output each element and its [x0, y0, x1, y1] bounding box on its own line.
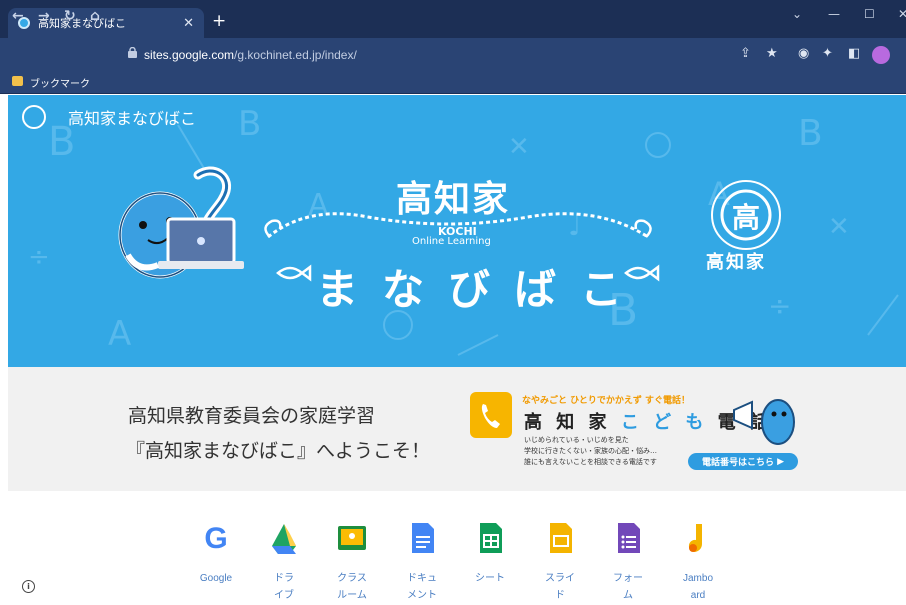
- intro-line-1: 高知県教育委員会の家庭学習: [128, 405, 376, 427]
- svg-text:÷: ÷: [28, 242, 50, 272]
- new-tab-icon[interactable]: +: [212, 11, 226, 31]
- phone-icon: [470, 392, 512, 438]
- app-classroom[interactable]: クラス ルーム: [322, 520, 382, 604]
- kodomo-desc-3: 誰にも言えないことを相談できる電話です: [524, 458, 657, 466]
- kodomo-title-b: こ ど も: [620, 412, 708, 433]
- app-docs[interactable]: ドキュ メント: [392, 520, 452, 604]
- kodomo-tagline: なやみごと ひとりでかかえず すぐ電話！: [522, 396, 690, 406]
- svg-text:÷: ÷: [768, 289, 791, 322]
- app-label[interactable]: フォー ム: [598, 570, 658, 604]
- bookmark-folder-label[interactable]: ブックマーク: [30, 75, 90, 90]
- megaphone-mascot-icon: [733, 399, 795, 445]
- google-icon[interactable]: G: [186, 520, 246, 556]
- address-url: sites.google.com/g.kochinet.ed.jp/index/: [144, 48, 357, 62]
- site-logo-icon: [22, 105, 46, 129]
- svg-text:✕: ✕: [508, 132, 530, 162]
- bookmarks-bar: [0, 72, 906, 94]
- app-label[interactable]: スライ ド: [530, 570, 590, 604]
- home-icon[interactable]: ⌂: [90, 8, 100, 24]
- kodomo-desc-1: いじめられている・いじめを見た: [524, 436, 629, 444]
- svg-text:A: A: [308, 188, 329, 223]
- url-domain: sites.google.com: [144, 48, 235, 62]
- kodomo-desc-2: 学校に行きたくない・家族の心配・悩み…: [524, 447, 657, 455]
- info-icon[interactable]: i: [22, 580, 35, 593]
- tab-title: 高知家まなびばこ: [38, 17, 126, 30]
- app-label[interactable]: Google: [186, 570, 246, 587]
- svg-text:G: G: [204, 522, 227, 555]
- site-header[interactable]: 高知家まなびばこ: [22, 105, 196, 129]
- app-forms[interactable]: フォー ム: [598, 520, 658, 604]
- app-label[interactable]: クラス ルーム: [322, 570, 382, 604]
- app-label[interactable]: ドラ イブ: [254, 570, 314, 604]
- forms-icon[interactable]: [598, 520, 658, 556]
- banner-title: 高知家: [396, 178, 511, 220]
- app-slides[interactable]: スライ ド: [530, 520, 590, 604]
- url-path: /g.kochinet.ed.jp/index/: [234, 48, 357, 62]
- app-jamboard[interactable]: Jambo ard: [668, 520, 728, 604]
- svg-text:高: 高: [732, 201, 760, 234]
- bookmark-folder-icon: [12, 76, 23, 86]
- minimize-icon[interactable]: —: [828, 7, 840, 21]
- back-icon[interactable]: ←: [12, 8, 24, 24]
- svg-text:✕: ✕: [828, 212, 850, 242]
- svg-text:A: A: [108, 314, 131, 354]
- maximize-icon[interactable]: ☐: [864, 7, 875, 21]
- sheets-icon[interactable]: [460, 520, 520, 556]
- svg-text:B: B: [238, 104, 261, 144]
- share-icon[interactable]: ⇪: [740, 46, 751, 61]
- phone-number-button-label: 電話番号はこちら: [701, 458, 774, 468]
- profile-avatar[interactable]: [872, 46, 890, 64]
- reload-icon[interactable]: ↻: [64, 8, 76, 24]
- app-label[interactable]: Jambo ard: [668, 570, 728, 604]
- kochike-seal-logo: 高: [711, 180, 781, 250]
- kodomo-title-a: 高 知 家: [524, 412, 611, 433]
- site-name[interactable]: 高知家まなびばこ: [68, 105, 196, 129]
- svg-text:B: B: [798, 113, 823, 154]
- drive-icon[interactable]: [254, 520, 314, 556]
- mascot-illustration: [118, 166, 244, 279]
- app-google[interactable]: G Google: [186, 520, 246, 587]
- app-drive[interactable]: ドラ イブ: [254, 520, 314, 604]
- tab-close-icon[interactable]: ✕: [183, 16, 194, 31]
- phone-number-button[interactable]: 電話番号はこちら ▶: [688, 453, 798, 470]
- intro-line-2: 『高知家まなびばこ』へようこそ！: [126, 440, 431, 462]
- docs-icon[interactable]: [392, 520, 452, 556]
- seal-caption: 高知家: [706, 252, 766, 273]
- app-label[interactable]: シート: [460, 570, 520, 587]
- classroom-icon[interactable]: [322, 520, 382, 556]
- bookmark-star-icon[interactable]: ★: [766, 46, 778, 61]
- app-sheets[interactable]: シート: [460, 520, 520, 587]
- close-window-icon[interactable]: ✕: [898, 7, 906, 21]
- tab-search-icon[interactable]: ⌄: [792, 7, 802, 21]
- extension-icon[interactable]: ◉: [798, 46, 809, 61]
- banner-manabibako: まなびばこ: [316, 265, 647, 314]
- app-label[interactable]: ドキュ メント: [392, 570, 452, 604]
- sidepanel-icon[interactable]: ◧: [848, 46, 860, 61]
- forward-icon[interactable]: →: [38, 8, 50, 24]
- extensions-puzzle-icon[interactable]: ✦: [822, 46, 833, 61]
- jamboard-icon[interactable]: [668, 520, 728, 556]
- banner-online-label: Online Learning: [412, 236, 491, 247]
- lock-icon: [128, 47, 137, 58]
- slides-icon[interactable]: [530, 520, 590, 556]
